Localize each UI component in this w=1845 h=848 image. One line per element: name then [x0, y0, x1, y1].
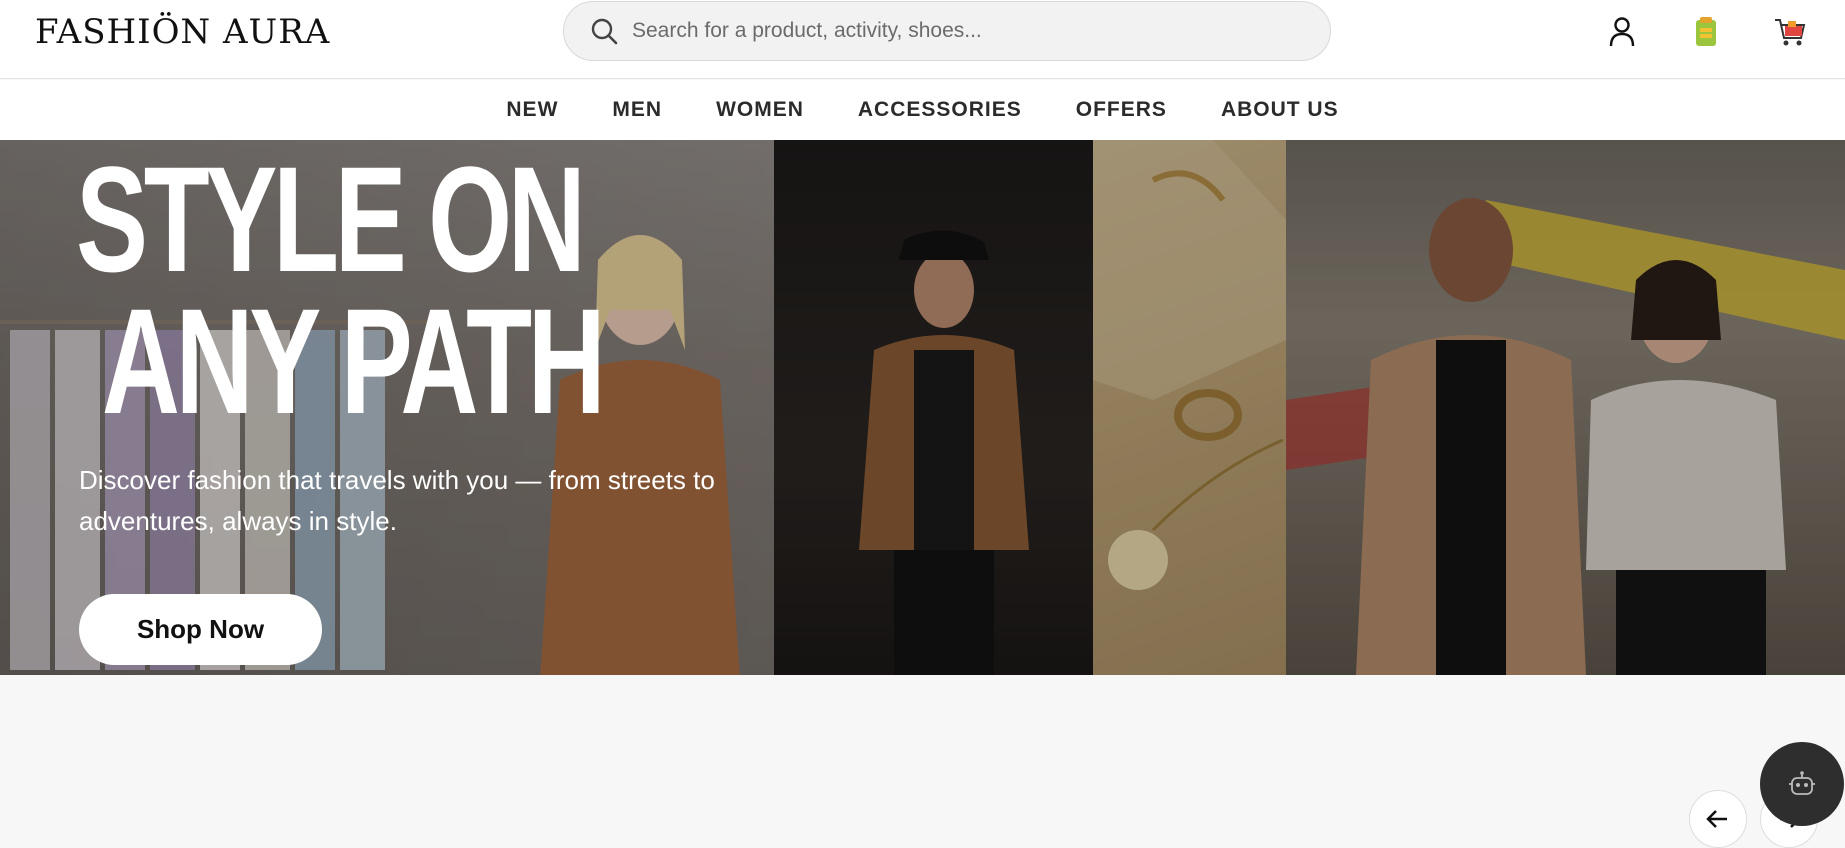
nav-item-offers[interactable]: OFFERS — [1049, 98, 1194, 122]
wallet-icon[interactable] — [1688, 14, 1724, 50]
nav-item-about-us[interactable]: ABOUT US — [1194, 98, 1366, 122]
hero-title-line2: ANY PATH — [101, 277, 606, 445]
main-nav: NEW MEN WOMEN ACCESSORIES OFFERS ABOUT U… — [0, 80, 1845, 140]
brand-logo[interactable]: FASHIÖN AURA — [35, 12, 330, 52]
hero-subtitle: Discover fashion that travels with you —… — [79, 465, 715, 536]
robot-icon — [1789, 771, 1815, 795]
user-icon[interactable] — [1604, 14, 1640, 50]
hero-title: STYLE ON ANY PATH — [76, 140, 606, 445]
nav-item-women[interactable]: WOMEN — [689, 98, 831, 122]
cart-icon[interactable] — [1772, 14, 1808, 50]
shop-now-button[interactable]: Shop Now — [79, 594, 322, 665]
nav-item-accessories[interactable]: ACCESSORIES — [831, 98, 1049, 122]
chatbot-button[interactable] — [1760, 742, 1844, 826]
arrow-left-icon — [1706, 810, 1727, 828]
carousel-prev-button[interactable] — [1689, 790, 1747, 848]
search-input[interactable] — [632, 11, 1292, 51]
hero-title-line1: STYLE ON — [76, 140, 586, 303]
nav-item-new[interactable]: NEW — [479, 98, 585, 122]
hero-banner: STYLE ON ANY PATH Discover fashion that … — [0, 140, 1845, 675]
search-icon[interactable] — [590, 17, 618, 45]
header: FASHIÖN AURA — [0, 0, 1845, 79]
nav-item-men[interactable]: MEN — [585, 98, 689, 122]
search-bar[interactable] — [563, 1, 1331, 61]
